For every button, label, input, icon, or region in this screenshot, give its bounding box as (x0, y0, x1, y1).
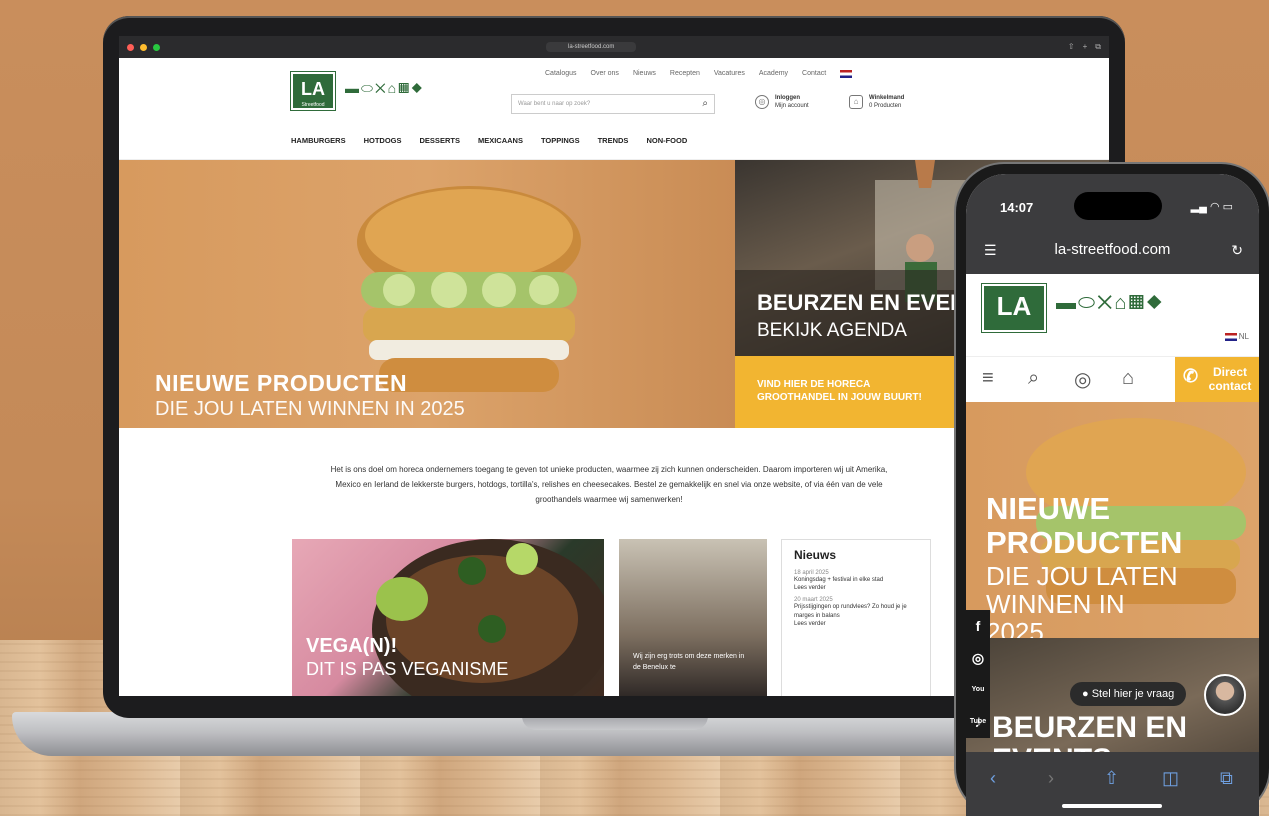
page-menu-icon[interactable]: ☰ (984, 230, 997, 270)
share-icon[interactable]: ⇧ (1104, 768, 1119, 789)
cat-mexicaans[interactable]: MEXICAANS (478, 136, 523, 145)
cat-non-food[interactable]: NON-FOOD (646, 136, 687, 145)
signal-wifi-battery-icon: ▂▄ ◠ ▭ (1190, 201, 1233, 213)
cat-desserts[interactable]: DESSERTS (420, 136, 460, 145)
hero-banner[interactable]: NIEUWE PRODUCTEN DIE JOU LATEN WINNEN IN… (119, 160, 735, 428)
news-read-more[interactable]: Lees verder (794, 621, 918, 627)
account-label: Mijn account (775, 103, 809, 109)
logo-subtitle: Streetfood (301, 102, 325, 108)
phone-hero-subtitle: DIE JOU LATEN WINNEN IN 2025 (986, 561, 1178, 638)
maximize-window-button[interactable] (153, 43, 160, 51)
status-bar: 14:07 ▂▄ ◠ ▭ (966, 174, 1259, 230)
browser-actions: ⇧ + ⧉ (1068, 42, 1101, 52)
share-icon[interactable]: ⇧ (1068, 42, 1075, 52)
cat-toppings[interactable]: TOPPINGS (541, 136, 580, 145)
language-selector[interactable]: NL (1224, 332, 1249, 341)
user-icon: ◎ (755, 95, 769, 109)
news-read-more[interactable]: Lees verder (794, 585, 918, 591)
nav-recepten[interactable]: Recepten (670, 70, 700, 78)
smartphone: 14:07 ▂▄ ◠ ▭ ☰ la-streetfood.com ↻ LA ▬⬭… (956, 164, 1269, 816)
minimize-window-button[interactable] (140, 43, 147, 51)
account-link[interactable]: ◎ Inloggen Mijn account (755, 94, 809, 110)
nav-academy[interactable]: Academy (759, 70, 788, 78)
cart-label: Winkelmand (869, 95, 905, 101)
cat-hotdogs[interactable]: HOTDOGS (364, 136, 402, 145)
phone-toolbar: ≡ ⌕ ◎ ⌂ ✆ Direct contact (966, 356, 1259, 403)
site-header: LA Streetfood ▬⬭✕⌂▦◆ Catalogus Over ons … (119, 58, 1109, 160)
phone-screen: 14:07 ▂▄ ◠ ▭ ☰ la-streetfood.com ↻ LA ▬⬭… (966, 174, 1259, 816)
basket-icon[interactable]: ⌂ (1122, 367, 1134, 390)
reload-icon[interactable]: ↻ (1231, 230, 1243, 270)
language-label: NL (1238, 332, 1249, 341)
category-navigation: HAMBURGERS HOTDOGS DESSERTS MEXICAANS TO… (291, 136, 687, 145)
browser-toolbar: la-streetfood.com ⇧ + ⧉ (119, 36, 1109, 58)
address-bar[interactable]: la-streetfood.com (546, 42, 637, 52)
language-flag-icon[interactable] (840, 70, 853, 78)
hamburger-menu-icon[interactable]: ≡ (982, 367, 994, 390)
dynamic-island (1074, 192, 1162, 220)
top-navigation: Catalogus Over ons Nieuws Recepten Vacat… (545, 70, 853, 78)
social-sidebar: f ◎ You Tube ♪ (966, 610, 990, 738)
nav-vacatures[interactable]: Vacatures (714, 70, 745, 78)
search-icon[interactable]: ⌕ (702, 98, 708, 109)
brands-tile[interactable]: Wij zijn erg trots om deze merken in de … (619, 539, 767, 696)
cart-count: 0 Producten (869, 103, 902, 109)
forward-icon[interactable]: › (1048, 768, 1054, 789)
vegan-tile[interactable]: VEGA(N)! DIT IS PAS VEGANISME (292, 539, 604, 696)
cat-hamburgers[interactable]: HAMBURGERS (291, 136, 346, 145)
phone-logo[interactable]: LA (981, 283, 1047, 333)
contact-label: Direct contact (1208, 365, 1252, 393)
hero-subtitle: DIE JOU LATEN WINNEN IN 2025 (155, 398, 465, 420)
tabs-icon[interactable]: ⧉ (1095, 42, 1101, 52)
nav-catalogus[interactable]: Catalogus (545, 70, 577, 78)
search-input[interactable]: Waar bent u naar op zoek? ⌕ (511, 94, 715, 114)
basket-icon: ⌂ (849, 95, 863, 109)
vegan-title: VEGA(N)! (306, 635, 398, 657)
search-placeholder: Waar bent u naar op zoek? (518, 101, 591, 107)
flag-icon (1224, 332, 1237, 341)
phone-food-icons: ▬⬭✕⌂▦◆ (1056, 292, 1165, 314)
wholesaler-cta[interactable]: VIND HIER DE HORECA GROOTHANDEL IN JOUW … (735, 356, 955, 428)
nav-over-ons[interactable]: Over ons (591, 70, 619, 78)
phone-icon: ✆ (1183, 366, 1199, 386)
chat-button[interactable]: ● Stel hier je vraag (1070, 682, 1187, 706)
brands-text: Wij zijn erg trots om deze merken in de … (633, 653, 745, 671)
news-headline[interactable]: Koningsdag + festival in elke stad (794, 576, 918, 585)
close-window-button[interactable] (127, 43, 134, 51)
events-title: BEURZEN EN EVENT (757, 290, 980, 315)
user-icon[interactable]: ◎ (1074, 367, 1091, 392)
back-icon[interactable]: ‹ (990, 768, 996, 789)
bookmarks-icon[interactable]: ◫ (1162, 768, 1179, 789)
intro-text: Het is ons doel om horeca ondernemers to… (330, 465, 888, 504)
hero-title: NIEUWE PRODUCTEN (155, 370, 408, 396)
cart-link[interactable]: ⌂ Winkelmand 0 Producten (849, 94, 904, 110)
phone-address-bar[interactable]: ☰ la-streetfood.com ↻ (966, 230, 1259, 274)
phone-hero-title: NIEUWE PRODUCTEN (986, 491, 1183, 560)
instagram-icon[interactable]: ◎ (966, 642, 990, 674)
vegan-subtitle: DIT IS PAS VEGANISME (306, 659, 509, 679)
news-headline[interactable]: Prijsstijgingen op rundvlees? Zo houd je… (794, 603, 918, 621)
food-icons: ▬⬭✕⌂▦◆ (345, 80, 425, 96)
youtube-icon[interactable]: You Tube (966, 674, 990, 725)
phone-url-text: la-streetfood.com (1054, 241, 1171, 258)
tabs-icon[interactable]: ⧉ (1220, 768, 1233, 789)
home-indicator (1062, 804, 1162, 808)
cat-trends[interactable]: TRENDS (598, 136, 629, 145)
nav-contact[interactable]: Contact (802, 70, 826, 78)
chat-avatar[interactable] (1204, 674, 1246, 716)
phone-hero[interactable]: NIEUWE PRODUCTEN DIE JOU LATEN WINNEN IN… (966, 402, 1259, 638)
clock: 14:07 (1000, 200, 1034, 215)
new-tab-icon[interactable]: + (1083, 42, 1088, 52)
facebook-icon[interactable]: f (966, 610, 990, 642)
news-title: Nieuws (794, 548, 837, 562)
nav-nieuws[interactable]: Nieuws (633, 70, 656, 78)
direct-contact-button[interactable]: ✆ Direct contact (1175, 357, 1259, 403)
events-subtitle: BEKIJK AGENDA (757, 320, 907, 341)
news-widget: Nieuws 18 april 2025 Koningsdag + festiv… (781, 539, 931, 696)
chat-label: Stel hier je vraag (1091, 688, 1175, 700)
search-icon[interactable]: ⌕ (1028, 367, 1039, 390)
login-label: Inloggen (775, 95, 800, 101)
